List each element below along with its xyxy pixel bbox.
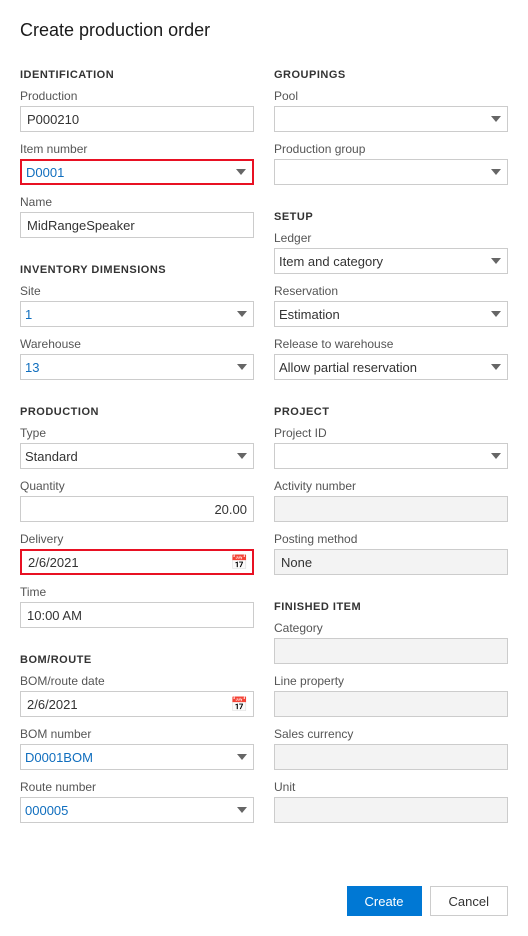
pool-label: Pool [274, 89, 508, 103]
name-input[interactable] [20, 212, 254, 238]
line-property-input [274, 691, 508, 717]
production-label: Production [20, 89, 254, 103]
posting-method-label: Posting method [274, 532, 508, 546]
unit-label: Unit [274, 780, 508, 794]
delivery-label: Delivery [20, 532, 254, 546]
name-label: Name [20, 195, 254, 209]
category-input [274, 638, 508, 664]
site-label: Site [20, 284, 254, 298]
unit-input [274, 797, 508, 823]
section-bom-route: BOM/ROUTE [20, 654, 254, 666]
reservation-select[interactable]: Estimation [274, 301, 508, 327]
item-number-select[interactable]: D0001 [20, 159, 254, 185]
bom-number-select[interactable]: D0001BOM [20, 744, 254, 770]
pool-select[interactable] [274, 106, 508, 132]
route-number-select[interactable]: 000005 [20, 797, 254, 823]
project-id-select[interactable] [274, 443, 508, 469]
type-select[interactable]: Standard [20, 443, 254, 469]
delivery-input[interactable] [20, 549, 254, 575]
section-production: PRODUCTION [20, 406, 254, 418]
time-input[interactable] [20, 602, 254, 628]
warehouse-label: Warehouse [20, 337, 254, 351]
reservation-label: Reservation [274, 284, 508, 298]
time-label: Time [20, 585, 254, 599]
bom-number-label: BOM number [20, 727, 254, 741]
category-label: Category [274, 621, 508, 635]
activity-number-label: Activity number [274, 479, 508, 493]
section-finished-item: FINISHED ITEM [274, 601, 508, 613]
route-number-label: Route number [20, 780, 254, 794]
ledger-select[interactable]: Item and category [274, 248, 508, 274]
production-group-select[interactable] [274, 159, 508, 185]
line-property-label: Line property [274, 674, 508, 688]
item-number-label: Item number [20, 142, 254, 156]
sales-currency-input [274, 744, 508, 770]
section-inventory-dimensions: INVENTORY DIMENSIONS [20, 264, 254, 276]
quantity-input[interactable] [20, 496, 254, 522]
section-setup: SETUP [274, 211, 508, 223]
production-group-label: Production group [274, 142, 508, 156]
site-select[interactable]: 1 [20, 301, 254, 327]
page-title: Create production order [20, 20, 508, 41]
warehouse-select[interactable]: 13 [20, 354, 254, 380]
release-to-warehouse-label: Release to warehouse [274, 337, 508, 351]
create-button[interactable]: Create [347, 886, 422, 916]
production-input[interactable] [20, 106, 254, 132]
posting-method-input [274, 549, 508, 575]
type-label: Type [20, 426, 254, 440]
section-identification: IDENTIFICATION [20, 69, 254, 81]
section-groupings: GROUPINGS [274, 69, 508, 81]
project-id-label: Project ID [274, 426, 508, 440]
release-to-warehouse-select[interactable]: Allow partial reservation [274, 354, 508, 380]
quantity-label: Quantity [20, 479, 254, 493]
bom-route-date-input[interactable] [20, 691, 254, 717]
bom-route-date-label: BOM/route date [20, 674, 254, 688]
activity-number-input [274, 496, 508, 522]
ledger-label: Ledger [274, 231, 508, 245]
cancel-button[interactable]: Cancel [430, 886, 508, 916]
section-project: PROJECT [274, 406, 508, 418]
sales-currency-label: Sales currency [274, 727, 508, 741]
